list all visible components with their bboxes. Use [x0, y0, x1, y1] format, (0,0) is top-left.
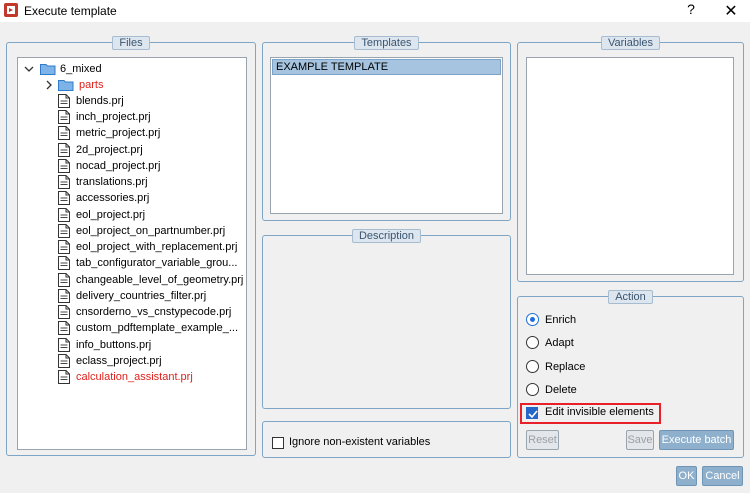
execute-batch-button[interactable]: Execute batch [659, 430, 734, 450]
description-group: Description [262, 229, 511, 409]
file-item[interactable]: custom_pdftemplate_example_... [58, 320, 244, 336]
file-icon [58, 370, 70, 385]
file-item-label: metric_project.prj [76, 127, 161, 140]
folder-icon [58, 79, 74, 91]
folder-open-icon [40, 63, 56, 75]
tree-folder-label: parts [79, 79, 104, 91]
file-item[interactable]: calculation_assistant.prj [58, 369, 244, 385]
file-item-label: cnsorderno_vs_cnstypecode.prj [76, 306, 232, 319]
file-icon [58, 110, 70, 125]
file-item[interactable]: inch_project.prj [58, 109, 244, 125]
file-item[interactable]: delivery_countries_filter.prj [58, 288, 244, 304]
file-item-label: accessories.prj [76, 192, 150, 205]
file-icon [58, 256, 70, 271]
file-icon [58, 94, 70, 108]
files-group-title: Files [112, 36, 150, 50]
chevron-down-icon[interactable] [24, 61, 34, 83]
file-icon [58, 191, 70, 206]
file-icon [58, 175, 70, 190]
file-icon [58, 240, 70, 255]
templates-group-title: Templates [354, 36, 419, 50]
help-button[interactable]: ? [683, 1, 699, 17]
file-icon [58, 142, 70, 157]
edit-invisible-label: Edit invisible elements [545, 406, 654, 418]
action-group-title: Action [608, 290, 653, 304]
file-item-label: calculation_assistant.prj [76, 371, 193, 384]
file-icon [58, 321, 70, 336]
file-icon [58, 207, 70, 222]
file-icon [58, 272, 70, 287]
file-item-label: inch_project.prj [76, 111, 151, 124]
reset-button[interactable]: Reset [526, 430, 559, 450]
tree-root-label: 6_mixed [60, 63, 102, 75]
radio-adapt-label: Adapt [545, 337, 574, 349]
file-item-label: translations.prj [76, 176, 148, 189]
files-group: Files 6_mixed parts blends.prj inch_proje… [6, 36, 256, 456]
save-button[interactable]: Save [626, 430, 654, 450]
file-icon [58, 158, 70, 173]
file-item-label: info_buttons.prj [76, 338, 152, 351]
file-item-label: eol_project_on_partnumber.prj [76, 224, 226, 237]
file-item[interactable]: info_buttons.prj [58, 337, 244, 353]
file-item-label: changeable_level_of_geometry.prj [76, 273, 244, 286]
file-item-label: eol_project.prj [76, 208, 146, 221]
file-item-label: delivery_countries_filter.prj [76, 289, 207, 302]
variables-group-title: Variables [600, 36, 661, 50]
ignore-group: Ignore non-existent variables [262, 421, 511, 458]
file-item-label: tab_configurator_variable_grou... [76, 257, 238, 270]
file-item[interactable]: nocad_project.prj [58, 158, 244, 174]
file-icon [58, 126, 70, 141]
file-item-label: eclass_project.prj [76, 354, 162, 367]
file-item[interactable]: metric_project.prj [58, 125, 244, 141]
file-item-label: blends.prj [76, 95, 124, 107]
file-item[interactable]: eclass_project.prj [58, 353, 244, 369]
file-item-label: eol_project_with_replacement.prj [76, 241, 238, 254]
variables-list[interactable] [526, 57, 734, 275]
edit-invisible-checkbox[interactable] [526, 407, 538, 419]
radio-enrich-label: Enrich [545, 314, 577, 326]
ignore-nonexistent-checkbox[interactable] [272, 437, 284, 449]
check-icon [528, 410, 538, 419]
files-tree[interactable]: 6_mixed parts blends.prj inch_project.prj… [17, 57, 247, 450]
description-group-title: Description [351, 229, 422, 243]
ignore-nonexistent-label: Ignore non-existent variables [289, 436, 431, 448]
file-icon [58, 305, 70, 320]
file-icon [58, 223, 70, 238]
file-item[interactable]: translations.prj [58, 174, 244, 190]
radio-replace-indicator[interactable] [526, 360, 539, 373]
radio-adapt-indicator[interactable] [526, 336, 539, 349]
tree-root-row[interactable]: 6_mixed [24, 61, 224, 77]
file-item[interactable]: tab_configurator_variable_grou... [58, 255, 244, 271]
file-item-label: 2d_project.prj [76, 143, 143, 156]
cancel-button[interactable]: Cancel [702, 466, 743, 486]
file-icon [58, 288, 70, 303]
templates-group: Templates EXAMPLE TEMPLATE [262, 36, 511, 221]
file-item[interactable]: cnsorderno_vs_cnstypecode.prj [58, 304, 244, 320]
ok-button[interactable]: OK [676, 466, 697, 486]
file-item[interactable]: 2d_project.prj [58, 142, 244, 158]
radio-replace-label: Replace [545, 361, 586, 373]
template-item[interactable]: EXAMPLE TEMPLATE [272, 59, 501, 75]
window-title: Execute template [24, 4, 117, 18]
radio-delete-indicator[interactable] [526, 383, 539, 396]
app-logo-icon [4, 3, 18, 17]
file-icon [58, 337, 70, 352]
radio-enrich-indicator[interactable] [526, 313, 539, 326]
radio-delete-label: Delete [545, 384, 577, 396]
close-button[interactable]: ✕ [722, 1, 740, 21]
chevron-right-icon[interactable] [44, 77, 54, 98]
templates-list[interactable]: EXAMPLE TEMPLATE [270, 57, 503, 214]
tree-folder-row[interactable]: parts [44, 77, 224, 93]
file-item-label: nocad_project.prj [76, 159, 161, 172]
file-item-label: custom_pdftemplate_example_... [76, 322, 239, 335]
file-item[interactable]: accessories.prj [58, 190, 244, 206]
file-item[interactable]: eol_project_on_partnumber.prj [58, 223, 244, 239]
title-bar: Execute template ? ✕ [0, 0, 750, 22]
file-item[interactable]: blends.prj [58, 93, 244, 109]
file-item[interactable]: eol_project.prj [58, 207, 244, 223]
file-item[interactable]: eol_project_with_replacement.prj [58, 239, 244, 255]
file-item[interactable]: changeable_level_of_geometry.prj [58, 272, 244, 288]
file-icon [58, 353, 70, 368]
variables-group: Variables [517, 36, 744, 282]
